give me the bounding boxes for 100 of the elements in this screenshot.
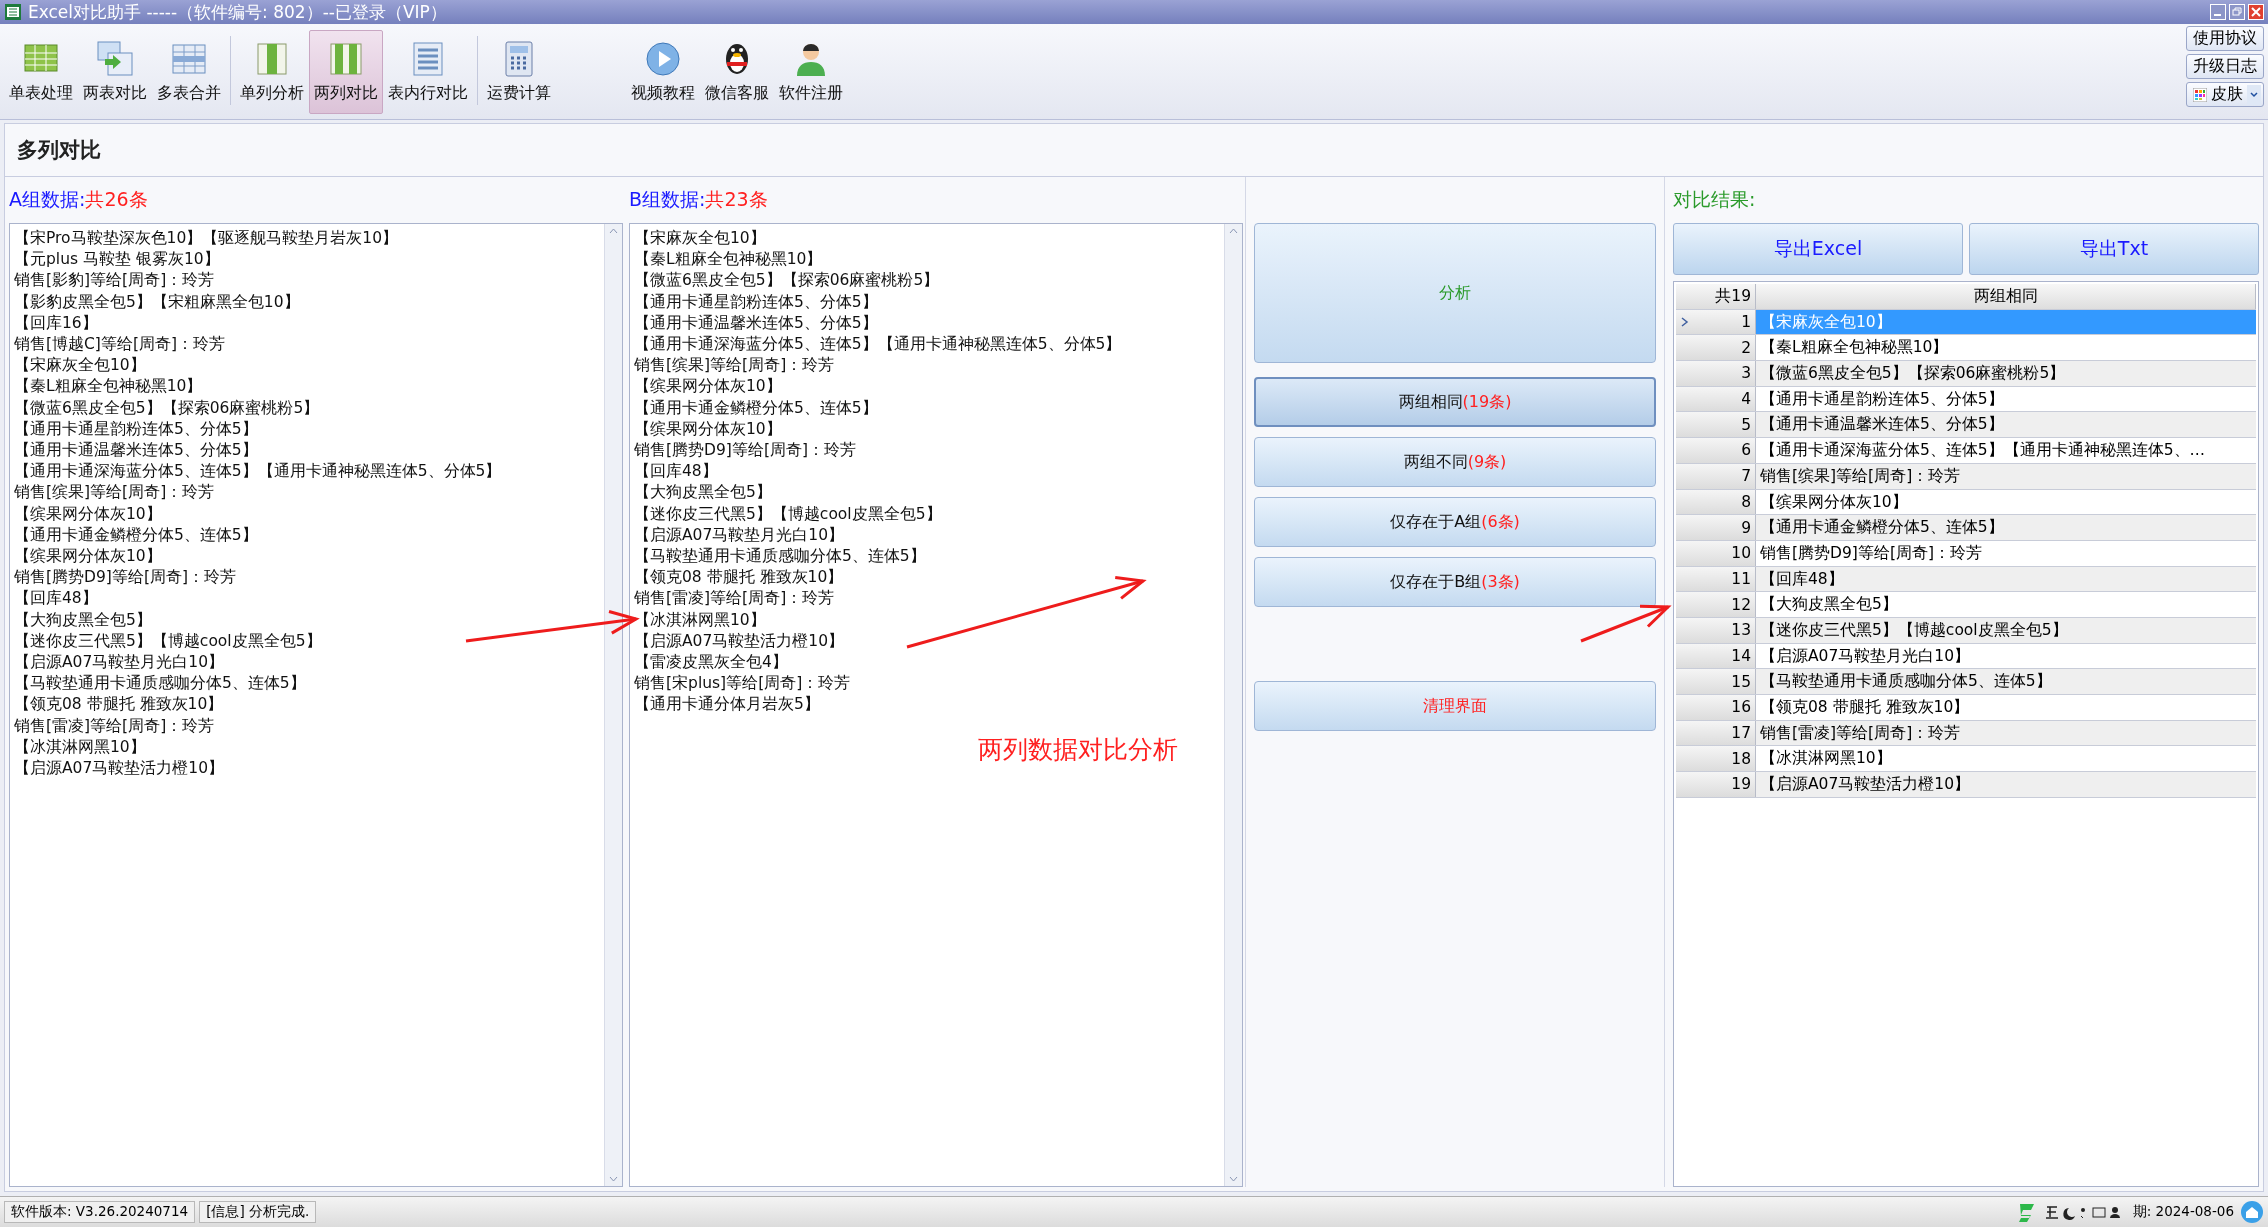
data-line: 【通用卡通温馨米连体5、分体5】 [634,312,879,334]
row-number: 8 [1741,492,1751,511]
toolbar-button[interactable]: 单表处理 [4,30,78,114]
table-cell[interactable]: 【启源A07马鞍垫活力橙10】 [1756,772,2256,797]
row-header[interactable]: 16 [1676,695,1756,720]
toolbar-button[interactable]: 视频教程 [626,30,700,114]
data-line: 【通用卡通金鳞橙分体5、连体5】 [634,397,879,419]
toolbar-button[interactable]: 两列对比 [309,30,383,114]
row-number: 7 [1741,467,1751,486]
action-button[interactable]: 仅存在于A组(6条) [1254,497,1656,547]
skin-dropdown[interactable]: 皮肤 [2186,82,2264,107]
group-count: 共23条 [705,187,768,212]
group-count: 共26条 [85,187,148,212]
row-number: 3 [1741,364,1751,383]
row-header[interactable]: 10 [1676,540,1756,566]
row-header[interactable]: 19 [1676,772,1756,797]
row-number: 13 [1731,621,1751,640]
data-line: 【通用卡通分体月岩灰5】 [634,694,821,716]
data-line: 【宋麻灰全包10】 [634,228,767,249]
data-line: 【缤果网分体灰10】 [634,418,783,440]
data-line: 销售[雷凌]等给[周奇]：玲芳 [14,715,216,737]
toolbar-button[interactable]: 表内行对比 [383,30,473,114]
toolbar-button[interactable]: 多表合并 [152,30,226,114]
table-cell[interactable]: 【回库48】 [1756,566,2256,592]
skin-label: 皮肤 [2211,84,2243,105]
data-line: 【大狗皮黑全包5】 [634,482,773,504]
data-line: 【雷凌皮黑灰全包4】 [634,652,789,674]
row-header[interactable]: 4 [1676,386,1756,412]
row-number: 10 [1731,544,1751,563]
data-line: 【迷你皮三代黑5】【博越cool皮黑全包5】 [14,630,323,652]
data-line: 【宋Pro马鞍垫深灰色10】【驱逐舰马鞍垫月岩灰10】 [14,228,400,249]
data-line: 【大狗皮黑全包5】 [14,609,153,631]
data-line: 【通用卡通深海蓝分体5、连体5】【通用卡通神秘黑连体5、分体5】 [14,461,503,483]
toolbar-button[interactable]: 两表对比 [78,30,152,114]
version-text: 软件版本: V3.26.20240714 [4,1201,196,1223]
row-header[interactable]: 14 [1676,643,1756,669]
section-title: 多列对比 [17,137,101,164]
action-button[interactable]: 仅存在于B组(3条) [1254,557,1656,607]
restore-icon [2229,4,2245,20]
row-number: 12 [1731,595,1751,614]
column-header[interactable]: 两组相同 [1756,284,2256,309]
data-line: 【启源A07马鞍垫月光白10】 [634,524,846,546]
text-area[interactable] [9,223,623,1187]
action-button[interactable]: 两组不同(9条) [1254,437,1656,487]
play-icon [643,39,683,79]
data-line: 【元plus 马鞍垫 银雾灰10】 [14,249,221,271]
row-header[interactable]: 11 [1676,566,1756,592]
data-line: 【通用卡通星韵粉连体5、分体5】 [14,418,259,440]
data-line: 【启源A07马鞍垫活力橙10】 [14,758,226,780]
row-header[interactable]: 18 [1676,746,1756,772]
export-button[interactable]: 导出Txt [1969,223,2259,275]
data-line: 【回库16】 [14,312,99,334]
row-header[interactable]: 8 [1676,489,1756,515]
data-line: 销售[宋plus]等给[周奇]：玲芳 [634,673,852,695]
row-header[interactable]: 7 [1676,463,1756,489]
toolbar-button[interactable]: 软件注册 [774,30,848,114]
row-header[interactable]: 12 [1676,592,1756,617]
table-cell[interactable]: 【微蓝6黑皮全包5】【探索06麻蜜桃粉5】 [1756,361,2256,386]
table-cell[interactable]: 销售[雷凌]等给[周奇]：玲芳 [1756,720,2256,746]
column-header[interactable]: 共19 [1676,284,1756,309]
side-button[interactable]: 升级日志 [2186,54,2264,79]
data-line: 【通用卡通温馨米连体5、分体5】 [14,440,259,462]
row-header[interactable]: 6 [1676,438,1756,463]
table-cell[interactable]: 销售[缤果]等给[周奇]：玲芳 [1756,463,2256,489]
row-number: 11 [1731,569,1751,588]
toolbar-button[interactable]: 单列分析 [235,30,309,114]
data-line: 【微蓝6黑皮全包5】【探索06麻蜜桃粉5】 [14,397,321,419]
data-line: 【缤果网分体灰10】 [634,376,783,398]
row-number: 18 [1731,749,1751,768]
caret-icon [2247,84,2261,105]
data-line: 【启源A07马鞍垫活力橙10】 [634,630,846,652]
data-line: 【回库48】 [14,588,99,610]
row-header[interactable]: 3 [1676,361,1756,386]
data-line: 【马鞍垫通用卡通质感咖分体5、连体5】 [14,673,307,695]
row-header[interactable]: 13 [1676,617,1756,643]
row-header[interactable]: 9 [1676,515,1756,540]
toolbar-button[interactable]: 运费计算 [482,30,556,114]
row-header[interactable]: 15 [1676,669,1756,694]
row-number: 17 [1731,724,1751,743]
scrollbar[interactable] [1224,224,1242,1186]
row-header[interactable]: 5 [1676,412,1756,438]
table-cell[interactable]: 【通用卡通温馨米连体5、分体5】 [1756,412,2256,438]
side-button[interactable]: 使用协议 [2186,26,2264,51]
row-header[interactable]: 1 [1676,309,1756,335]
action-button[interactable]: 两组相同(19条) [1254,377,1656,427]
row-header[interactable]: 2 [1676,335,1756,361]
data-line: 【启源A07马鞍垫月光白10】 [14,652,226,674]
table-cell[interactable]: 【马鞍垫通用卡通质感咖分体5、连体5】 [1756,669,2256,694]
group-label: A组数据: [9,187,86,212]
scrollbar[interactable] [604,224,622,1186]
table-cell[interactable]: 【通用卡通金鳞橙分体5、连体5】 [1756,515,2256,540]
export-button[interactable]: 导出Excel [1673,223,1963,275]
group-label: B组数据: [629,187,706,212]
table-cell[interactable]: 【迷你皮三代黑5】【博越cool皮黑全包5】 [1756,617,2256,643]
text-area[interactable] [629,223,1243,1187]
toolbar-button[interactable]: 微信客服 [700,30,774,114]
data-line: 【回库48】 [634,461,719,483]
home-icon [2240,1200,2264,1224]
close-icon [2248,4,2264,20]
row-header[interactable]: 17 [1676,720,1756,746]
